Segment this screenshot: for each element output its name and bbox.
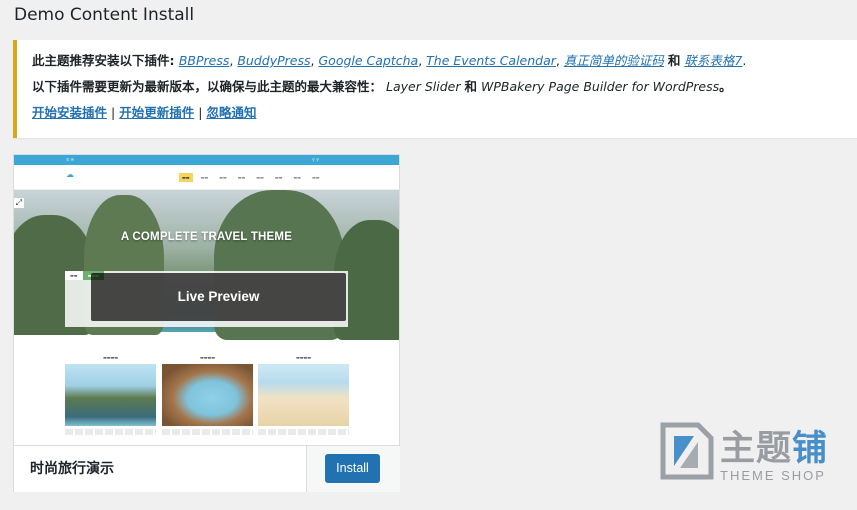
screenshot-card: ▬▬▬▬ bbox=[162, 355, 253, 435]
screenshot-topbar: ✆ ✉ ⚲ ⚲ bbox=[14, 155, 399, 165]
theme-card[interactable]: ✆ ✉ ⚲ ⚲ ☁ ▬▬ ▬▬ ▬▬ ▬▬ ▬▬ ▬▬ ▬▬ ▬▬ A COMP… bbox=[13, 154, 400, 492]
screenshot-logo: ☁ bbox=[66, 170, 74, 179]
watermark-brand-main: 主题 bbox=[720, 429, 793, 469]
begin-update-link[interactable]: 开始更新插件 bbox=[119, 105, 194, 120]
screenshot-topbar-login: ⚲ ⚲ bbox=[312, 157, 320, 162]
separator: | bbox=[111, 105, 116, 120]
screenshot-card-image bbox=[65, 364, 156, 426]
separator: | bbox=[198, 105, 203, 120]
theme-card-footer: 时尚旅行演示 Install bbox=[14, 445, 400, 492]
screenshot-card-label: ▬▬▬▬ bbox=[102, 355, 119, 360]
screenshot-card-label: ▬▬▬▬ bbox=[295, 355, 312, 360]
watermark-logo: 主题铺 THEME SHOP bbox=[658, 418, 848, 488]
screenshot-nav: ☁ ▬▬ ▬▬ ▬▬ ▬▬ ▬▬ ▬▬ ▬▬ ▬▬ bbox=[14, 165, 399, 190]
screenshot-topbar-contact: ✆ ✉ bbox=[66, 157, 74, 162]
screenshot-menu: ▬▬ ▬▬ ▬▬ ▬▬ ▬▬ ▬▬ ▬▬ ▬▬ bbox=[179, 173, 323, 182]
begin-install-link[interactable]: 开始安装插件 bbox=[32, 105, 107, 120]
screenshot-card-caption bbox=[162, 429, 253, 435]
watermark-sub: THEME SHOP bbox=[720, 468, 826, 483]
notice-and-text: 和 bbox=[667, 53, 681, 68]
install-button[interactable]: Install bbox=[325, 454, 380, 483]
screenshot-card-image bbox=[162, 364, 253, 426]
screenshot-menu-item: ▬▬ bbox=[237, 175, 246, 180]
screenshot-menu-item: ▬▬ bbox=[274, 175, 283, 180]
theme-name: 时尚旅行演示 bbox=[30, 461, 114, 477]
notice-line1-suffix: . bbox=[742, 53, 747, 68]
screenshot-card-image bbox=[258, 364, 349, 426]
screenshot-menu-item: ▬▬ bbox=[200, 175, 209, 180]
screenshot-search-tab: ▬▬ bbox=[65, 271, 83, 280]
screenshot-menu-item: ▬▬ bbox=[179, 173, 193, 182]
watermark-brand-accent: 铺 bbox=[792, 429, 829, 469]
plugin-link-buddypress[interactable]: BuddyPress bbox=[237, 53, 310, 68]
screenshot-card-label: ▬▬▬▬ bbox=[199, 355, 216, 360]
screenshot-card-caption bbox=[258, 429, 349, 435]
notice-update-text: 以下插件需要更新为最新版本，以确保与此主题的最大兼容性： bbox=[32, 79, 383, 94]
screenshot-menu-item: ▬▬ bbox=[219, 175, 227, 180]
theme-screenshot[interactable]: ✆ ✉ ⚲ ⚲ ☁ ▬▬ ▬▬ ▬▬ ▬▬ ▬▬ ▬▬ ▬▬ ▬▬ A COMP… bbox=[14, 155, 399, 445]
notice-recommend-text: 此主题推荐安装以下插件: bbox=[32, 53, 179, 68]
plugin-link-google-captcha[interactable]: Google Captcha bbox=[318, 53, 418, 68]
update-plugin-wpbakery: WPBakery Page Builder for WordPress bbox=[480, 79, 720, 94]
screenshot-card-caption bbox=[65, 429, 156, 435]
screenshot-hero-title: A COMPLETE TRAVEL THEME bbox=[120, 231, 293, 243]
screenshot-menu-item: ▬▬ bbox=[256, 175, 264, 180]
screenshot-card: ▬▬▬▬ bbox=[65, 355, 156, 435]
watermark-brand: 主题铺 bbox=[720, 420, 828, 471]
notice-line2-suffix: 。 bbox=[719, 79, 732, 94]
plugin-link-contact-form-7[interactable]: 联系表格7 bbox=[684, 53, 742, 68]
screenshot-card: ▬▬▬▬ bbox=[258, 355, 349, 435]
plugin-link-events-calendar[interactable]: The Events Calendar bbox=[426, 53, 556, 68]
plugin-link-bbpress[interactable]: BBPress bbox=[179, 53, 230, 68]
screenshot-cards: ▬▬▬▬ ▬▬▬▬ ▬▬▬▬ bbox=[14, 355, 399, 445]
theme-actions: Install bbox=[306, 446, 400, 492]
theme-shop-logo-icon bbox=[660, 422, 714, 480]
notice-line-update: 以下插件需要更新为最新版本，以确保与此主题的最大兼容性： Layer Slide… bbox=[32, 74, 843, 100]
update-plugin-layer-slider: Layer Slider bbox=[386, 79, 461, 94]
notice-line-recommended: 此主题推荐安装以下插件: BBPress, BuddyPress, Google… bbox=[32, 53, 747, 68]
plugin-notice: 此主题推荐安装以下插件: BBPress, BuddyPress, Google… bbox=[13, 40, 857, 138]
screenshot-menu-item: ▬▬ bbox=[293, 175, 301, 180]
screenshot-menu-item: ▬▬ bbox=[311, 175, 320, 180]
dismiss-notice-link[interactable]: 忽略通知 bbox=[206, 105, 256, 120]
live-preview-button[interactable]: Live Preview bbox=[91, 273, 346, 321]
page-title: Demo Content Install bbox=[14, 5, 195, 25]
expand-icon[interactable]: ⤢ bbox=[14, 198, 24, 208]
notice-and-text-2: 和 bbox=[464, 79, 477, 94]
notice-actions: 开始安装插件 | 开始更新插件 | 忽略通知 bbox=[32, 100, 843, 126]
plugin-link-captcha[interactable]: 真正简单的验证码 bbox=[564, 53, 664, 68]
